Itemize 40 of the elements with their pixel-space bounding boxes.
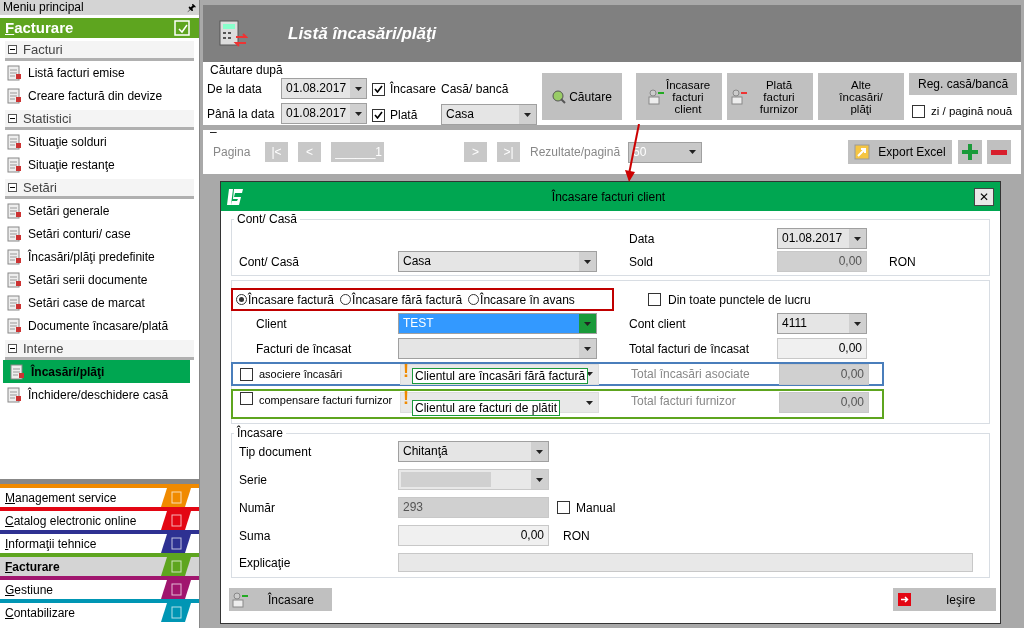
field-label: Serie [238, 471, 268, 489]
checkbox-label: compensare facturi furnizor [258, 393, 394, 408]
field-label: Suma [238, 527, 272, 545]
checkbox-label: Încasare [390, 80, 437, 98]
dialog-title: Încasare facturi client [550, 188, 667, 206]
warning-icon: ! [403, 362, 409, 380]
currency-label: RON [563, 527, 590, 545]
field-label: Tip document [238, 443, 313, 461]
field-label: Casă/ bancă [441, 81, 510, 98]
currency-label: RON [889, 253, 916, 271]
checkbox-label: Plată [390, 107, 418, 124]
group-legend: – [210, 123, 217, 141]
panel-title: Meniu principal [3, 0, 84, 15]
field-label: Total facturi furnizor [631, 393, 737, 410]
tooltip: Clientul are încasări fără factură [412, 368, 589, 384]
field-label: Client [255, 315, 288, 333]
field-label: Data [629, 230, 656, 248]
checkbox-label: Din toate punctele de lucru [668, 291, 811, 309]
field-label: Cont/ Casă [238, 253, 301, 271]
field-label: De la data [207, 80, 263, 98]
field-label: Până la data [207, 105, 276, 123]
module-title: Facturare [5, 17, 74, 38]
field-label: Explicaţie [238, 554, 292, 572]
field-label: Total facturi de încasat [629, 340, 751, 358]
group-legend: Încasare [234, 426, 287, 440]
checkbox-label: zi / pagină nouă [931, 104, 1013, 119]
field-label: Facturi de încasat [255, 340, 353, 358]
group-legend: Căutare după [207, 64, 367, 77]
group-legend: Cont/ Casă [234, 212, 301, 226]
warning-icon: ! [403, 389, 409, 407]
pager-label: Rezultate/pagină [530, 144, 621, 161]
field-label: Număr [238, 499, 276, 517]
field-label: Cont client [629, 315, 687, 333]
page-title: Listă încasări/plăţi [288, 22, 437, 45]
checkbox-label: asociere încasări [258, 366, 344, 382]
field-label: Sold [629, 253, 655, 271]
pager-label: Pagina [213, 144, 252, 161]
tooltip: Clientul are facturi de plătit [412, 400, 561, 416]
field-label: Total încasări asociate [631, 366, 751, 383]
checkbox-label: Manual [576, 499, 616, 517]
